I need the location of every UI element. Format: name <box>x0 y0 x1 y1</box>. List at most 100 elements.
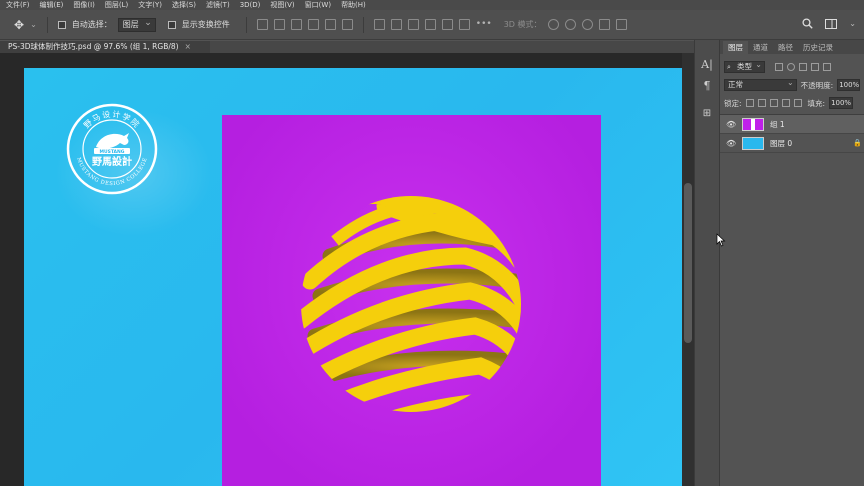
align-left-icon[interactable] <box>256 19 268 30</box>
tool-preset-dropdown[interactable]: ⌄ <box>30 20 37 29</box>
tab-strip <box>210 41 694 53</box>
filter-adjustment-icon[interactable] <box>787 63 795 71</box>
mouse-cursor-icon <box>716 233 726 247</box>
filter-shape-icon[interactable] <box>811 63 819 71</box>
workspace-dropdown-icon[interactable]: ⌄ <box>849 19 856 28</box>
layers-panel: 图层 通道 路径 历史记录 ⌕ 类型 正常 不透明度: 100% 锁定: 填充: … <box>720 40 864 486</box>
show-transform-checkbox[interactable] <box>167 20 176 29</box>
fill-input[interactable]: 100% <box>829 97 854 109</box>
move-tool-icon[interactable]: ✥ <box>14 18 24 32</box>
auto-select-checkbox[interactable] <box>57 20 66 29</box>
lock-transparent-icon[interactable] <box>745 99 754 107</box>
menu-window[interactable]: 窗口(W) <box>305 0 331 10</box>
fill-label: 填充: <box>807 98 826 108</box>
menu-view[interactable]: 视图(V) <box>270 0 294 10</box>
sphere-outer-stripes <box>301 196 521 412</box>
separator <box>362 16 364 33</box>
distribute-center-icon[interactable] <box>441 19 453 30</box>
menu-bar: 文件(F) 编辑(E) 图像(I) 图层(L) 文字(Y) 选择(S) 滤镜(T… <box>0 0 864 10</box>
options-bar: ✥ ⌄ 自动选择： 图层 显示变换控件 ••• 3D 模式： ⌄ <box>0 10 864 40</box>
character-panel-icon[interactable]: A| <box>697 56 717 74</box>
options-right-group: ⌄ <box>802 18 856 29</box>
distribute-left-icon[interactable] <box>424 19 436 30</box>
layer-name[interactable]: 图层 0 <box>770 138 792 149</box>
mustang-logo: 野马设计学院 MUSTANG DESIGN COLLEGE MUSTANG 野馬… <box>66 103 158 195</box>
layer-row-layer0[interactable]: 👁 图层 0 🔒 <box>720 134 864 153</box>
layer-name[interactable]: 组 1 <box>770 119 785 130</box>
distribute-right-icon[interactable] <box>458 19 470 30</box>
more-options-icon[interactable]: ••• <box>476 19 492 30</box>
lock-position-icon[interactable] <box>769 99 778 107</box>
document-title: PS-3D球体制作技巧.psd @ 97.6% (组 1, RGB/8) <box>8 42 179 51</box>
separator <box>245 16 247 33</box>
auto-select-label: 自动选择： <box>71 20 112 29</box>
adjust-panel-icon[interactable]: ⊞ <box>697 105 717 123</box>
opacity-input[interactable]: 100% <box>837 79 860 91</box>
layer-row-group1[interactable]: 👁 组 1 <box>720 115 864 134</box>
3d-slide-icon[interactable] <box>598 19 610 30</box>
separator <box>46 16 48 33</box>
search-icon[interactable] <box>802 18 813 29</box>
lock-row: 锁定: 填充: 100% <box>720 94 864 112</box>
blend-mode-dropdown[interactable]: 正常 <box>724 78 797 91</box>
3d-roll-icon[interactable] <box>564 19 576 30</box>
menu-filter[interactable]: 滤镜(T) <box>206 0 230 10</box>
layer-thumbnail <box>742 136 764 150</box>
align-middle-icon[interactable] <box>324 19 336 30</box>
align-bottom-icon[interactable] <box>341 19 353 30</box>
menu-edit[interactable]: 编辑(E) <box>40 0 64 10</box>
menu-layer[interactable]: 图层(L) <box>105 0 128 10</box>
auto-select-dropdown[interactable]: 图层 <box>117 17 156 32</box>
menu-help[interactable]: 帮助(H) <box>341 0 366 10</box>
scrollbar-thumb[interactable] <box>684 183 692 343</box>
workspace-icon[interactable] <box>825 18 838 29</box>
visibility-eye-icon[interactable]: 👁 <box>726 139 736 148</box>
filter-type-icon[interactable] <box>799 63 807 71</box>
lock-artboard-icon[interactable] <box>781 99 790 107</box>
group-thumbnail <box>742 117 764 131</box>
show-transform-label: 显示变换控件 <box>181 20 230 29</box>
align-top-icon[interactable] <box>307 19 319 30</box>
tab-history[interactable]: 历史记录 <box>798 41 838 54</box>
paragraph-panel-icon[interactable]: ¶ <box>697 77 717 95</box>
layer-filter-row: ⌕ 类型 <box>720 58 864 76</box>
lock-image-icon[interactable] <box>757 99 766 107</box>
horse-icon <box>96 133 129 149</box>
menu-type[interactable]: 文字(Y) <box>138 0 162 10</box>
panel-tabs: 图层 通道 路径 历史记录 <box>720 40 864 54</box>
filter-smart-icon[interactable] <box>823 63 831 71</box>
align-right-icon[interactable] <box>290 19 302 30</box>
search-icon: ⌕ <box>727 63 731 71</box>
close-tab-icon[interactable]: × <box>185 42 191 51</box>
document-tab[interactable]: PS-3D球体制作技巧.psd @ 97.6% (组 1, RGB/8) × <box>0 41 210 53</box>
menu-image[interactable]: 图像(I) <box>73 0 95 10</box>
lock-icon: 🔒 <box>853 139 862 147</box>
lock-label: 锁定: <box>724 98 742 108</box>
filter-pixel-icon[interactable] <box>775 63 783 71</box>
striped-sphere <box>301 196 521 412</box>
3d-scale-icon[interactable] <box>615 19 627 30</box>
tab-channels[interactable]: 通道 <box>748 41 773 54</box>
visibility-eye-icon[interactable]: 👁 <box>726 120 736 129</box>
layer-filter-dropdown[interactable]: ⌕ 类型 <box>724 60 765 73</box>
filter-label: 类型 <box>737 62 752 71</box>
opacity-label: 不透明度: <box>800 80 834 90</box>
canvas-vertical-scrollbar[interactable] <box>682 53 694 486</box>
3d-orbit-icon[interactable] <box>547 19 559 30</box>
3d-pan-icon[interactable] <box>581 19 593 30</box>
distribute-middle-icon[interactable] <box>390 19 402 30</box>
blend-row: 正常 不透明度: 100% <box>720 76 864 94</box>
menu-select[interactable]: 选择(S) <box>172 0 196 10</box>
tab-layers[interactable]: 图层 <box>723 41 748 54</box>
menu-file[interactable]: 文件(F) <box>6 0 30 10</box>
tab-paths[interactable]: 路径 <box>773 41 798 54</box>
distribute-top-icon[interactable] <box>373 19 385 30</box>
align-center-icon[interactable] <box>273 19 285 30</box>
3d-mode-label: 3D 模式： <box>503 20 542 29</box>
logo-main-text: 野馬設計 <box>92 155 132 168</box>
distribute-bottom-icon[interactable] <box>407 19 419 30</box>
panel-tool-column: A| ¶ ⊞ <box>694 40 720 486</box>
logo-banner-text: MUSTANG <box>99 149 124 155</box>
menu-3d[interactable]: 3D(D) <box>240 1 261 9</box>
lock-all-icon[interactable] <box>793 99 802 107</box>
